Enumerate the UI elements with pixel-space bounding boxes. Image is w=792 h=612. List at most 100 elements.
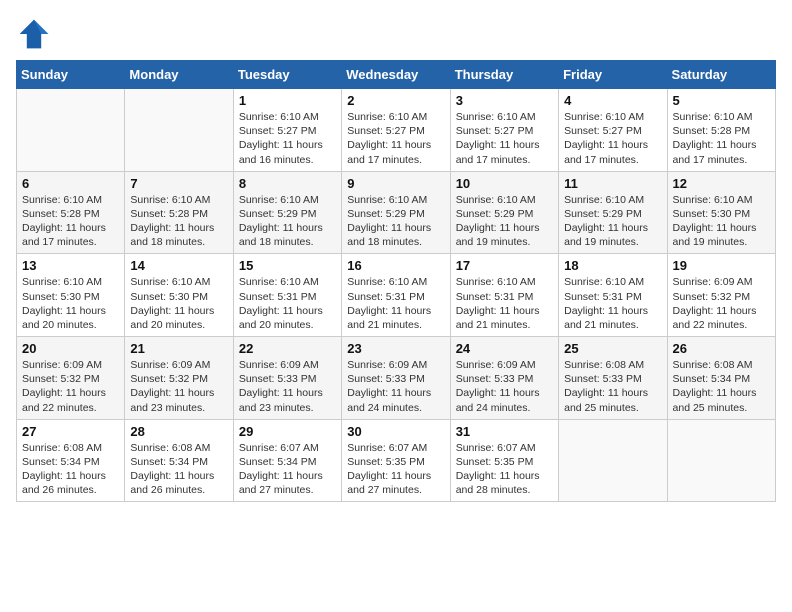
calendar-day-cell: 30 Sunrise: 6:07 AM Sunset: 5:35 PM Dayli… — [342, 419, 450, 502]
day-number: 8 — [239, 176, 336, 191]
day-info: Sunrise: 6:09 AM Sunset: 5:33 PM Dayligh… — [456, 358, 553, 415]
day-info: Sunrise: 6:09 AM Sunset: 5:32 PM Dayligh… — [22, 358, 119, 415]
day-info: Sunrise: 6:09 AM Sunset: 5:33 PM Dayligh… — [347, 358, 444, 415]
day-info: Sunrise: 6:10 AM Sunset: 5:27 PM Dayligh… — [239, 110, 336, 167]
day-info: Sunrise: 6:10 AM Sunset: 5:30 PM Dayligh… — [22, 275, 119, 332]
calendar-day-cell: 29 Sunrise: 6:07 AM Sunset: 5:34 PM Dayli… — [233, 419, 341, 502]
calendar-header-wednesday: Wednesday — [342, 61, 450, 89]
day-number: 18 — [564, 258, 661, 273]
calendar-week-row: 20 Sunrise: 6:09 AM Sunset: 5:32 PM Dayli… — [17, 337, 776, 420]
day-info: Sunrise: 6:09 AM Sunset: 5:32 PM Dayligh… — [673, 275, 770, 332]
day-number: 4 — [564, 93, 661, 108]
calendar-header-thursday: Thursday — [450, 61, 558, 89]
day-info: Sunrise: 6:10 AM Sunset: 5:30 PM Dayligh… — [673, 193, 770, 250]
day-info: Sunrise: 6:08 AM Sunset: 5:34 PM Dayligh… — [22, 441, 119, 498]
calendar-day-cell: 25 Sunrise: 6:08 AM Sunset: 5:33 PM Dayli… — [559, 337, 667, 420]
day-number: 17 — [456, 258, 553, 273]
calendar-day-cell: 28 Sunrise: 6:08 AM Sunset: 5:34 PM Dayli… — [125, 419, 233, 502]
day-info: Sunrise: 6:08 AM Sunset: 5:34 PM Dayligh… — [130, 441, 227, 498]
day-info: Sunrise: 6:09 AM Sunset: 5:33 PM Dayligh… — [239, 358, 336, 415]
day-number: 6 — [22, 176, 119, 191]
day-info: Sunrise: 6:08 AM Sunset: 5:33 PM Dayligh… — [564, 358, 661, 415]
day-number: 31 — [456, 424, 553, 439]
calendar-day-cell: 12Sunrise: 6:10 AM Sunset: 5:30 PM Dayli… — [667, 171, 775, 254]
day-info: Sunrise: 6:10 AM Sunset: 5:28 PM Dayligh… — [673, 110, 770, 167]
day-number: 30 — [347, 424, 444, 439]
day-info: Sunrise: 6:10 AM Sunset: 5:30 PM Dayligh… — [130, 275, 227, 332]
day-info: Sunrise: 6:10 AM Sunset: 5:27 PM Dayligh… — [456, 110, 553, 167]
calendar-header-row: SundayMondayTuesdayWednesdayThursdayFrid… — [17, 61, 776, 89]
day-number: 11 — [564, 176, 661, 191]
calendar-day-cell: 20 Sunrise: 6:09 AM Sunset: 5:32 PM Dayli… — [17, 337, 125, 420]
calendar-day-cell: 17 Sunrise: 6:10 AM Sunset: 5:31 PM Dayli… — [450, 254, 558, 337]
day-info: Sunrise: 6:10 AM Sunset: 5:31 PM Dayligh… — [564, 275, 661, 332]
day-info: Sunrise: 6:10 AM Sunset: 5:29 PM Dayligh… — [239, 193, 336, 250]
day-info: Sunrise: 6:07 AM Sunset: 5:34 PM Dayligh… — [239, 441, 336, 498]
day-number: 3 — [456, 93, 553, 108]
calendar-day-cell — [125, 89, 233, 172]
calendar-header-saturday: Saturday — [667, 61, 775, 89]
day-info: Sunrise: 6:08 AM Sunset: 5:34 PM Dayligh… — [673, 358, 770, 415]
day-info: Sunrise: 6:10 AM Sunset: 5:27 PM Dayligh… — [347, 110, 444, 167]
day-info: Sunrise: 6:10 AM Sunset: 5:31 PM Dayligh… — [239, 275, 336, 332]
day-number: 16 — [347, 258, 444, 273]
day-info: Sunrise: 6:10 AM Sunset: 5:28 PM Dayligh… — [22, 193, 119, 250]
calendar-week-row: 1 Sunrise: 6:10 AM Sunset: 5:27 PM Daylig… — [17, 89, 776, 172]
calendar-day-cell: 19 Sunrise: 6:09 AM Sunset: 5:32 PM Dayli… — [667, 254, 775, 337]
day-number: 13 — [22, 258, 119, 273]
logo-icon — [16, 16, 52, 52]
calendar-week-row: 13 Sunrise: 6:10 AM Sunset: 5:30 PM Dayli… — [17, 254, 776, 337]
calendar-day-cell: 6 Sunrise: 6:10 AM Sunset: 5:28 PM Daylig… — [17, 171, 125, 254]
calendar-table: SundayMondayTuesdayWednesdayThursdayFrid… — [16, 60, 776, 502]
day-number: 24 — [456, 341, 553, 356]
calendar-header-monday: Monday — [125, 61, 233, 89]
day-number: 15 — [239, 258, 336, 273]
day-info: Sunrise: 6:07 AM Sunset: 5:35 PM Dayligh… — [456, 441, 553, 498]
day-info: Sunrise: 6:07 AM Sunset: 5:35 PM Dayligh… — [347, 441, 444, 498]
day-number: 1 — [239, 93, 336, 108]
day-number: 19 — [673, 258, 770, 273]
calendar-header-sunday: Sunday — [17, 61, 125, 89]
day-number: 27 — [22, 424, 119, 439]
day-number: 28 — [130, 424, 227, 439]
day-info: Sunrise: 6:10 AM Sunset: 5:28 PM Dayligh… — [130, 193, 227, 250]
calendar-day-cell: 15 Sunrise: 6:10 AM Sunset: 5:31 PM Dayli… — [233, 254, 341, 337]
day-number: 26 — [673, 341, 770, 356]
calendar-week-row: 6 Sunrise: 6:10 AM Sunset: 5:28 PM Daylig… — [17, 171, 776, 254]
calendar-day-cell: 31 Sunrise: 6:07 AM Sunset: 5:35 PM Dayli… — [450, 419, 558, 502]
day-number: 25 — [564, 341, 661, 356]
calendar-day-cell — [17, 89, 125, 172]
day-info: Sunrise: 6:10 AM Sunset: 5:29 PM Dayligh… — [456, 193, 553, 250]
calendar-day-cell: 22 Sunrise: 6:09 AM Sunset: 5:33 PM Dayli… — [233, 337, 341, 420]
calendar-day-cell: 7Sunrise: 6:10 AM Sunset: 5:28 PM Daylig… — [125, 171, 233, 254]
calendar-day-cell: 2Sunrise: 6:10 AM Sunset: 5:27 PM Daylig… — [342, 89, 450, 172]
calendar-day-cell: 11Sunrise: 6:10 AM Sunset: 5:29 PM Dayli… — [559, 171, 667, 254]
day-info: Sunrise: 6:09 AM Sunset: 5:32 PM Dayligh… — [130, 358, 227, 415]
day-info: Sunrise: 6:10 AM Sunset: 5:31 PM Dayligh… — [456, 275, 553, 332]
calendar-day-cell: 4 Sunrise: 6:10 AM Sunset: 5:27 PM Daylig… — [559, 89, 667, 172]
calendar-day-cell: 21 Sunrise: 6:09 AM Sunset: 5:32 PM Dayli… — [125, 337, 233, 420]
calendar-day-cell: 3 Sunrise: 6:10 AM Sunset: 5:27 PM Daylig… — [450, 89, 558, 172]
day-number: 22 — [239, 341, 336, 356]
logo — [16, 16, 56, 52]
calendar-day-cell: 24 Sunrise: 6:09 AM Sunset: 5:33 PM Dayli… — [450, 337, 558, 420]
day-number: 9 — [347, 176, 444, 191]
calendar-day-cell: 1 Sunrise: 6:10 AM Sunset: 5:27 PM Daylig… — [233, 89, 341, 172]
day-number: 20 — [22, 341, 119, 356]
calendar-day-cell: 14Sunrise: 6:10 AM Sunset: 5:30 PM Dayli… — [125, 254, 233, 337]
day-number: 29 — [239, 424, 336, 439]
calendar-day-cell: 16Sunrise: 6:10 AM Sunset: 5:31 PM Dayli… — [342, 254, 450, 337]
page-header — [16, 16, 776, 52]
calendar-day-cell: 18 Sunrise: 6:10 AM Sunset: 5:31 PM Dayli… — [559, 254, 667, 337]
day-info: Sunrise: 6:10 AM Sunset: 5:27 PM Dayligh… — [564, 110, 661, 167]
calendar-day-cell: 10 Sunrise: 6:10 AM Sunset: 5:29 PM Dayli… — [450, 171, 558, 254]
calendar-day-cell: 23Sunrise: 6:09 AM Sunset: 5:33 PM Dayli… — [342, 337, 450, 420]
day-number: 5 — [673, 93, 770, 108]
day-number: 10 — [456, 176, 553, 191]
calendar-day-cell: 13 Sunrise: 6:10 AM Sunset: 5:30 PM Dayli… — [17, 254, 125, 337]
calendar-week-row: 27 Sunrise: 6:08 AM Sunset: 5:34 PM Dayli… — [17, 419, 776, 502]
calendar-day-cell: 8 Sunrise: 6:10 AM Sunset: 5:29 PM Daylig… — [233, 171, 341, 254]
day-info: Sunrise: 6:10 AM Sunset: 5:29 PM Dayligh… — [347, 193, 444, 250]
day-number: 21 — [130, 341, 227, 356]
calendar-day-cell — [559, 419, 667, 502]
